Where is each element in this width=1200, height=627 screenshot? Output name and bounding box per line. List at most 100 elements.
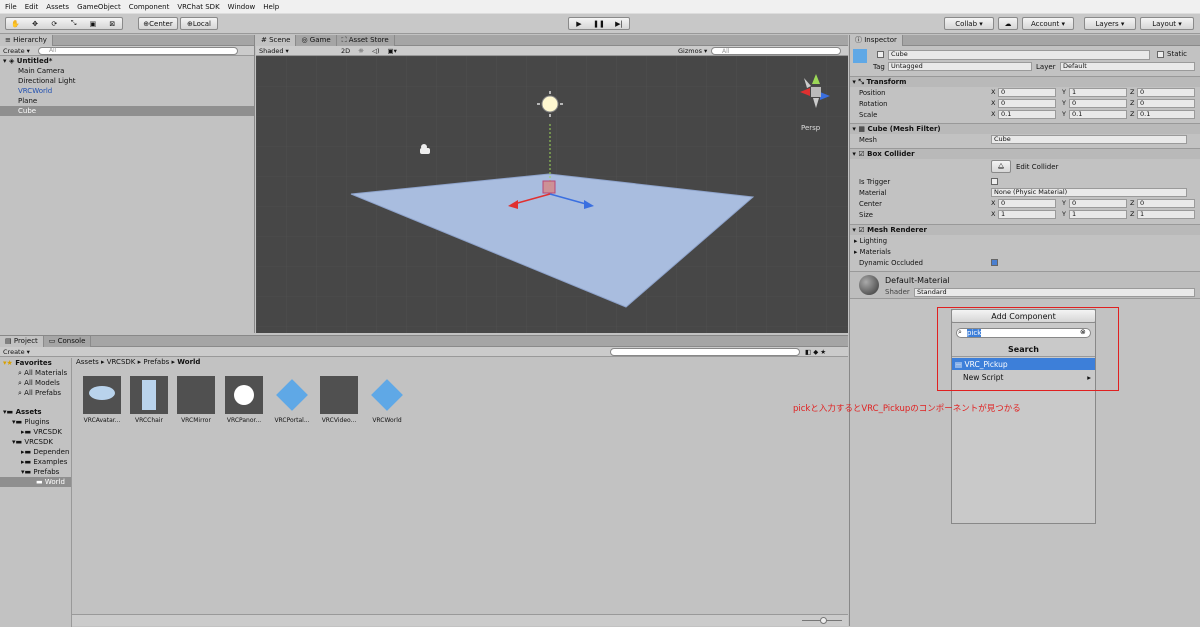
menu-gameobject[interactable]: GameObject bbox=[77, 3, 121, 11]
hierarchy-item-cube[interactable]: Cube bbox=[0, 106, 254, 116]
cube-object[interactable] bbox=[542, 180, 556, 194]
persp-label[interactable]: Persp bbox=[801, 124, 821, 132]
tree-plugins[interactable]: ▾▬ Plugins bbox=[12, 417, 49, 427]
asset-vrcportal[interactable] bbox=[273, 376, 311, 414]
menu-file[interactable]: File bbox=[5, 3, 17, 11]
size-y-field[interactable]: 1 bbox=[1069, 210, 1127, 219]
asset-vrcvideo[interactable] bbox=[320, 376, 358, 414]
asset-vrcmirror[interactable] bbox=[177, 376, 215, 414]
asset-vrcpanorama[interactable] bbox=[225, 376, 263, 414]
tag-dropdown[interactable]: Untagged bbox=[888, 62, 1032, 71]
zoom-slider-thumb[interactable] bbox=[820, 617, 827, 624]
tab-scene[interactable]: # Scene bbox=[256, 34, 297, 46]
hierarchy-item-vrcworld[interactable]: VRCWorld bbox=[0, 86, 254, 96]
hierarchy-item-directional-light[interactable]: Directional Light bbox=[0, 76, 254, 86]
hierarchy-create-button[interactable]: Create ▾ bbox=[3, 47, 30, 55]
pause-icon[interactable]: ❚❚ bbox=[589, 20, 609, 28]
center-y-field[interactable]: 0 bbox=[1069, 199, 1127, 208]
hierarchy-search-input[interactable]: All bbox=[37, 46, 238, 55]
center-z-field[interactable]: 0 bbox=[1137, 199, 1195, 208]
breadcrumb-prefabs[interactable]: Prefabs bbox=[143, 358, 169, 366]
rotate-tool-icon[interactable]: ⟳ bbox=[45, 20, 64, 28]
asset-vrcworld[interactable] bbox=[368, 376, 406, 414]
tree-world[interactable]: ▬ World bbox=[0, 477, 71, 487]
breadcrumb-world[interactable]: World bbox=[177, 358, 200, 366]
project-create-button[interactable]: Create ▾ bbox=[3, 348, 30, 356]
menu-edit[interactable]: Edit bbox=[25, 3, 39, 11]
tab-project[interactable]: ▤ Project bbox=[0, 335, 44, 347]
fav-all-materials[interactable]: ⌕ All Materials bbox=[18, 368, 67, 378]
fav-all-prefabs[interactable]: ⌕ All Prefabs bbox=[18, 388, 61, 398]
favorites-folder[interactable]: ▾★ Favorites bbox=[3, 358, 52, 368]
object-name-field[interactable]: Cube bbox=[888, 50, 1150, 60]
hierarchy-item-main-camera[interactable]: Main Camera bbox=[0, 66, 254, 76]
cloud-icon[interactable]: ☁ bbox=[998, 17, 1018, 30]
mesh-field[interactable]: Cube bbox=[991, 135, 1187, 144]
shading-dropdown[interactable]: Shaded ▾ bbox=[259, 47, 337, 55]
filter-icons[interactable]: ◧ ◆ ★ bbox=[805, 348, 826, 356]
menu-window[interactable]: Window bbox=[228, 3, 256, 11]
breadcrumb-vrcsdk[interactable]: VRCSDK bbox=[107, 358, 136, 366]
scale-tool-icon[interactable]: ⤡ bbox=[64, 19, 83, 28]
transform-header[interactable]: ▾ ⤡ Transform bbox=[850, 76, 1200, 87]
position-y-field[interactable]: 1 bbox=[1069, 88, 1127, 97]
menu-help[interactable]: Help bbox=[263, 3, 279, 11]
step-icon[interactable]: ▶| bbox=[609, 20, 629, 28]
menu-vrchat-sdk[interactable]: VRChat SDK bbox=[177, 3, 219, 11]
gizmos-dropdown[interactable]: Gizmos ▾ bbox=[678, 47, 707, 55]
position-z-field[interactable]: 0 bbox=[1137, 88, 1195, 97]
trigger-checkbox[interactable] bbox=[991, 178, 998, 185]
mode-2d-button[interactable]: 2D bbox=[341, 47, 350, 55]
tab-asset-store[interactable]: ⛶ Asset Store bbox=[336, 34, 395, 46]
transform-tools[interactable]: ✋ ✥ ⟳ ⤡ ▣ ⊠ bbox=[5, 17, 123, 30]
rotation-z-field[interactable]: 0 bbox=[1137, 99, 1195, 108]
occluded-checkbox[interactable] bbox=[991, 259, 998, 266]
transform-tool-icon[interactable]: ⊠ bbox=[103, 20, 122, 28]
fav-all-models[interactable]: ⌕ All Models bbox=[18, 378, 60, 388]
rotation-y-field[interactable]: 0 bbox=[1069, 99, 1127, 108]
tree-plugins-vrcsdk[interactable]: ▸▬ VRCSDK bbox=[21, 427, 62, 437]
tree-dependencies[interactable]: ▸▬ Dependen bbox=[21, 447, 69, 457]
shader-dropdown[interactable]: Standard bbox=[914, 288, 1195, 297]
layout-button[interactable]: Layout ▾ bbox=[1140, 17, 1194, 30]
menu-assets[interactable]: Assets bbox=[46, 3, 69, 11]
audio-toggle-icon[interactable]: ◁) bbox=[372, 47, 380, 55]
hand-tool-icon[interactable]: ✋ bbox=[6, 20, 25, 28]
tab-hierarchy[interactable]: ≡ Hierarchy bbox=[0, 34, 53, 46]
center-x-field[interactable]: 0 bbox=[998, 199, 1056, 208]
pivot-local-button[interactable]: ⊕ Local bbox=[180, 17, 218, 30]
pivot-center-button[interactable]: ⊕ Center bbox=[138, 17, 178, 30]
effects-toggle-icon[interactable]: ▣▾ bbox=[388, 47, 397, 55]
asset-vrcchair[interactable] bbox=[130, 376, 168, 414]
rect-tool-icon[interactable]: ▣ bbox=[83, 20, 102, 28]
scale-x-field[interactable]: 0.1 bbox=[998, 110, 1056, 119]
scene-root[interactable]: ▾ ◈ Untitled* bbox=[0, 56, 254, 66]
scale-z-field[interactable]: 0.1 bbox=[1137, 110, 1195, 119]
active-checkbox[interactable] bbox=[877, 51, 884, 58]
project-search-input[interactable] bbox=[610, 348, 800, 356]
edit-collider-icon[interactable]: ⧋ bbox=[991, 160, 1011, 173]
boxcollider-header[interactable]: ▾ ☑ Box Collider bbox=[850, 148, 1200, 159]
lighting-toggle-icon[interactable]: ☼ bbox=[358, 47, 364, 55]
meshfilter-header[interactable]: ▾ ▦ Cube (Mesh Filter) bbox=[850, 123, 1200, 134]
lighting-foldout[interactable]: ▸ Lighting bbox=[852, 235, 1198, 246]
position-x-field[interactable]: 0 bbox=[998, 88, 1056, 97]
collider-material-field[interactable]: None (Physic Material) bbox=[991, 188, 1187, 197]
meshrenderer-header[interactable]: ▾ ☑ Mesh Renderer bbox=[850, 224, 1200, 235]
breadcrumb-assets[interactable]: Assets bbox=[76, 358, 99, 366]
layer-dropdown[interactable]: Default bbox=[1060, 62, 1195, 71]
play-icon[interactable]: ▶ bbox=[569, 20, 589, 28]
scene-view[interactable]: Persp bbox=[256, 56, 848, 333]
collab-button[interactable]: Collab ▾ bbox=[944, 17, 994, 30]
layers-button[interactable]: Layers ▾ bbox=[1084, 17, 1136, 30]
scale-y-field[interactable]: 0.1 bbox=[1069, 110, 1127, 119]
menu-component[interactable]: Component bbox=[129, 3, 170, 11]
scene-search-input[interactable]: All bbox=[711, 47, 841, 55]
tree-vrcsdk[interactable]: ▾▬ VRCSDK bbox=[12, 437, 53, 447]
materials-foldout[interactable]: ▸ Materials bbox=[852, 246, 1198, 257]
account-button[interactable]: Account ▾ bbox=[1022, 17, 1074, 30]
size-x-field[interactable]: 1 bbox=[998, 210, 1056, 219]
hierarchy-item-plane[interactable]: Plane bbox=[0, 96, 254, 106]
tab-game[interactable]: ◎ Game bbox=[296, 34, 337, 46]
tree-examples[interactable]: ▸▬ Examples bbox=[21, 457, 67, 467]
